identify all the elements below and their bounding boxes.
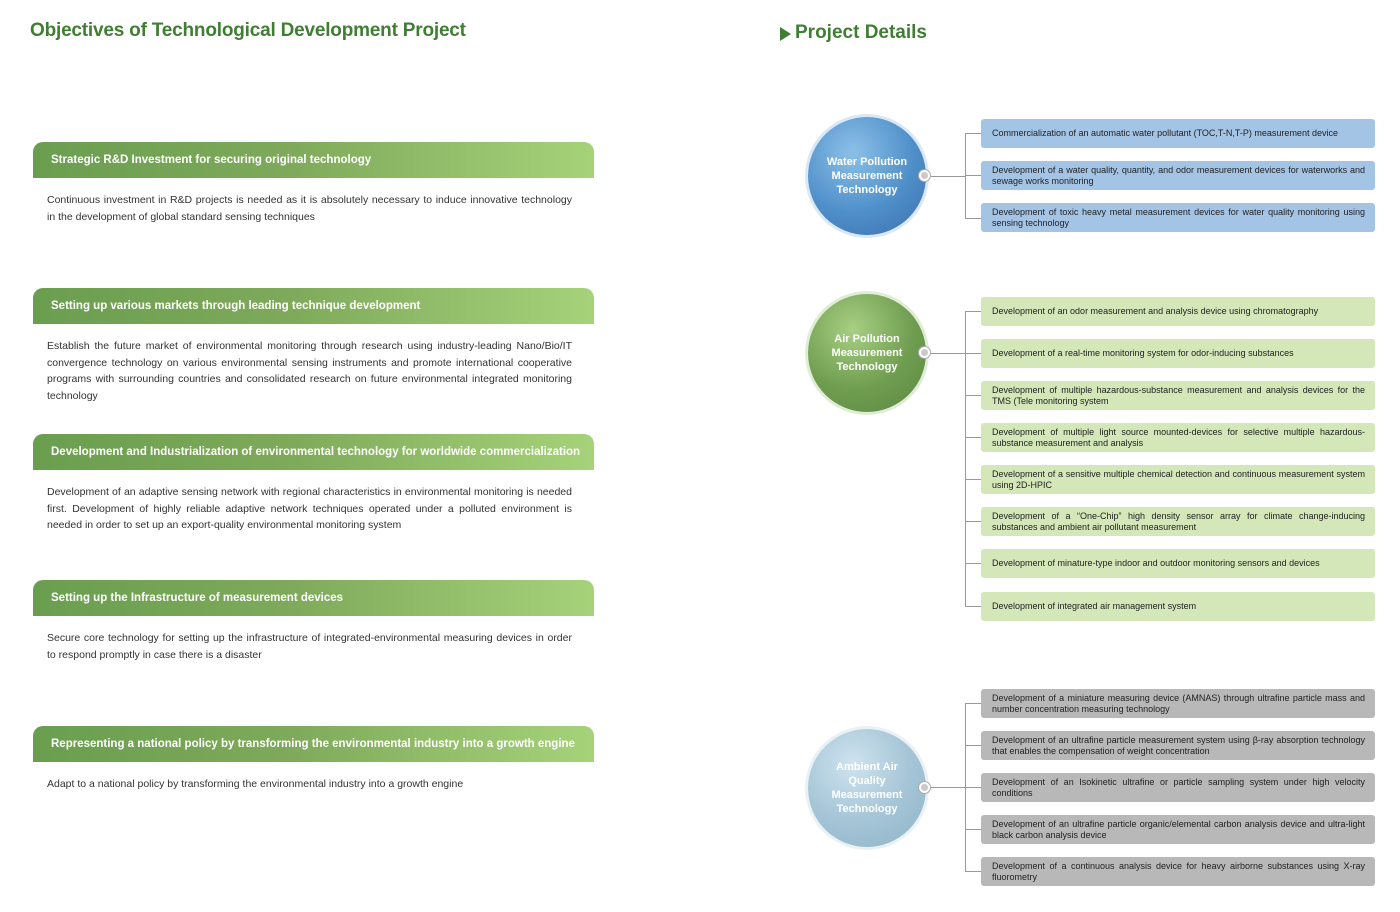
detail-item: Development of a real-time monitoring sy…	[981, 339, 1375, 368]
detail-item: Development of a water quality, quantity…	[981, 161, 1375, 190]
objective-description: Adapt to a national policy by transformi…	[47, 778, 464, 790]
objective-section: Setting up various markets through leadi…	[33, 288, 594, 404]
branch-line	[965, 133, 981, 134]
detail-item: Development of an Isokinetic ultrafine o…	[981, 773, 1375, 802]
bracket-line	[965, 311, 966, 606]
branch-line	[965, 479, 981, 480]
objective-description: Secure core technology for setting up th…	[47, 632, 572, 661]
group-name: Ambient Air Quality Measurement Technolo…	[831, 761, 903, 815]
group-name: Air Pollution Measurement Technology	[831, 333, 903, 373]
objective-heading: Setting up the Infrastructure of measure…	[33, 580, 594, 616]
detail-item: Development of integrated air management…	[981, 592, 1375, 621]
objective-description: Continuous investment in R&D projects is…	[47, 194, 572, 223]
objective-heading: Representing a national policy by transf…	[33, 726, 594, 762]
detail-item: Development of toxic heavy metal measure…	[981, 203, 1375, 232]
objective-description: Establish the future market of environme…	[47, 340, 572, 402]
water-pollution-circle: Water Pollution Measurement Technology	[808, 117, 926, 235]
objective-section: Setting up the Infrastructure of measure…	[33, 580, 594, 663]
objective-description: Development of an adaptive sensing netwo…	[47, 486, 572, 531]
objective-heading: Strategic R&D Investment for securing or…	[33, 142, 594, 178]
play-arrow-icon	[780, 26, 791, 41]
connector-line	[931, 176, 965, 177]
ambient-air-circle: Ambient Air Quality Measurement Technolo…	[808, 729, 926, 847]
section-title-text: Project Details	[795, 22, 927, 43]
detail-item: Development of a “One-Chip” high density…	[981, 507, 1375, 536]
connector-line	[931, 353, 965, 354]
detail-item: Development of minature-type indoor and …	[981, 549, 1375, 578]
branch-line	[965, 829, 981, 830]
branch-line	[965, 395, 981, 396]
branch-line	[965, 218, 981, 219]
detail-item: Development of a continuous analysis dev…	[981, 857, 1375, 886]
detail-item: Development of a miniature measuring dev…	[981, 689, 1375, 718]
connector-line	[931, 787, 965, 788]
branch-line	[965, 311, 981, 312]
detail-item: Development of an ultrafine particle org…	[981, 815, 1375, 844]
connector-dot	[919, 170, 930, 181]
branch-line	[965, 703, 981, 704]
detail-item: Development of a sensitive multiple chem…	[981, 465, 1375, 494]
section-title: Project Details	[780, 22, 927, 44]
detail-item: Development of an ultrafine particle mea…	[981, 731, 1375, 760]
branch-line	[965, 563, 981, 564]
objective-section: Development and Industrialization of env…	[33, 434, 594, 534]
page-title: Objectives of Technological Development …	[30, 20, 466, 41]
branch-line	[965, 606, 981, 607]
branch-line	[965, 437, 981, 438]
group-name: Water Pollution Measurement Technology	[826, 156, 908, 196]
objective-heading: Development and Industrialization of env…	[33, 434, 594, 470]
objective-heading: Setting up various markets through leadi…	[33, 288, 594, 324]
branch-line	[965, 175, 981, 176]
detail-item: Development of multiple hazardous-substa…	[981, 381, 1375, 410]
detail-item: Development of multiple light source mou…	[981, 423, 1375, 452]
branch-line	[965, 871, 981, 872]
branch-line	[965, 353, 981, 354]
branch-line	[965, 745, 981, 746]
branch-line	[965, 521, 981, 522]
air-pollution-circle: Air Pollution Measurement Technology	[808, 294, 926, 412]
objective-section: Representing a national policy by transf…	[33, 726, 594, 793]
detail-item: Commercialization of an automatic water …	[981, 119, 1375, 148]
connector-dot	[919, 347, 930, 358]
branch-line	[965, 787, 981, 788]
detail-item: Development of an odor measurement and a…	[981, 297, 1375, 326]
connector-dot	[919, 782, 930, 793]
objective-section: Strategic R&D Investment for securing or…	[33, 142, 594, 225]
